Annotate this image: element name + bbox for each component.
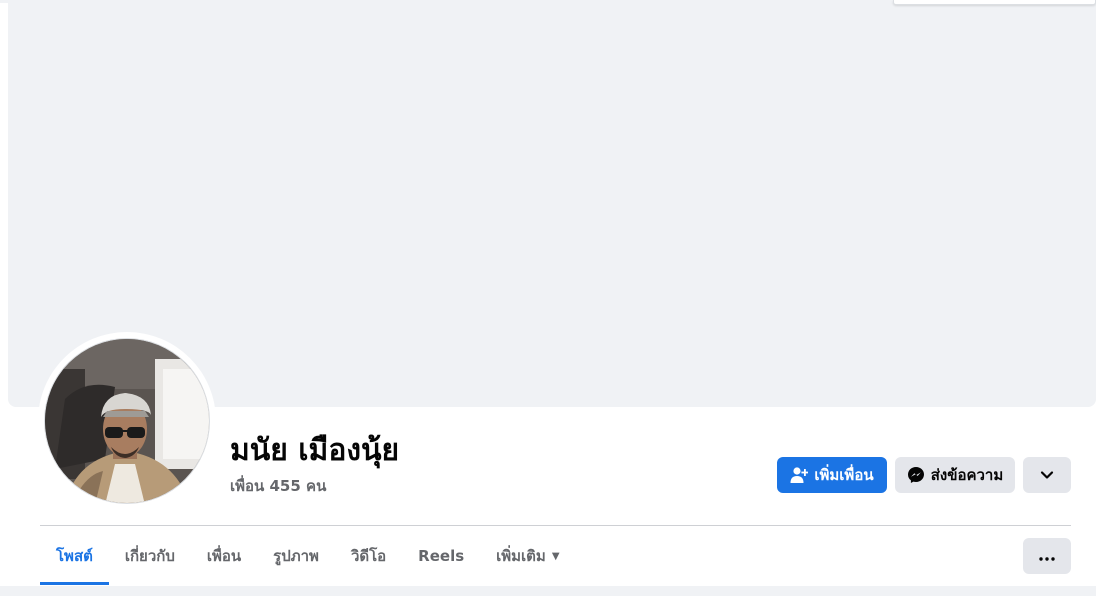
tab-videos-label: วิดีโอ xyxy=(350,547,387,565)
caret-down-icon: ▼ xyxy=(551,550,560,562)
person-add-icon xyxy=(790,466,809,484)
tab-posts-label: โพสต์ xyxy=(56,547,93,565)
tabs-divider xyxy=(40,525,1071,526)
send-message-label: ส่งข้อความ xyxy=(930,466,1004,484)
tab-videos[interactable]: วิดีโอ xyxy=(335,527,402,585)
popup-edge xyxy=(893,0,1096,5)
friends-count[interactable]: เพื่อน 455 คน xyxy=(230,474,326,498)
profile-avatar[interactable] xyxy=(44,338,210,504)
tab-reels[interactable]: Reels xyxy=(402,527,480,585)
profile-options-button[interactable] xyxy=(1023,457,1071,493)
tab-friends-label: เพื่อน xyxy=(206,547,242,565)
tab-about[interactable]: เกี่ยวกับ xyxy=(109,527,191,585)
tab-more-label: เพิ่มเติม xyxy=(496,547,546,565)
bottom-strip xyxy=(0,586,1096,596)
tab-photos[interactable]: รูปภาพ xyxy=(257,527,335,585)
send-message-button[interactable]: ส่งข้อความ xyxy=(895,457,1015,493)
avatar-photo xyxy=(45,339,209,503)
tab-reels-label: Reels xyxy=(418,547,465,565)
tab-more[interactable]: เพิ่มเติม ▼ xyxy=(480,527,575,585)
add-friend-button[interactable]: เพิ่มเพื่อน xyxy=(777,457,887,493)
messenger-icon xyxy=(907,466,925,484)
tabs-overflow-button[interactable] xyxy=(1023,538,1071,574)
add-friend-label: เพิ่มเพื่อน xyxy=(814,466,874,484)
profile-page: มนัย เมืองนุ้ย เพื่อน 455 คน เพิ่มเพื่อน… xyxy=(0,0,1096,596)
tab-about-label: เกี่ยวกับ xyxy=(124,547,175,565)
chevron-down-icon xyxy=(1040,466,1054,484)
profile-tabs: โพสต์ เกี่ยวกับ เพื่อน รูปภาพ วิดีโอ Ree… xyxy=(40,527,576,585)
profile-name: มนัย เมืองนุ้ย xyxy=(230,433,400,468)
tab-friends[interactable]: เพื่อน xyxy=(191,527,257,585)
tab-posts[interactable]: โพสต์ xyxy=(40,527,109,585)
ellipsis-icon xyxy=(1039,547,1055,565)
tab-photos-label: รูปภาพ xyxy=(273,547,319,565)
